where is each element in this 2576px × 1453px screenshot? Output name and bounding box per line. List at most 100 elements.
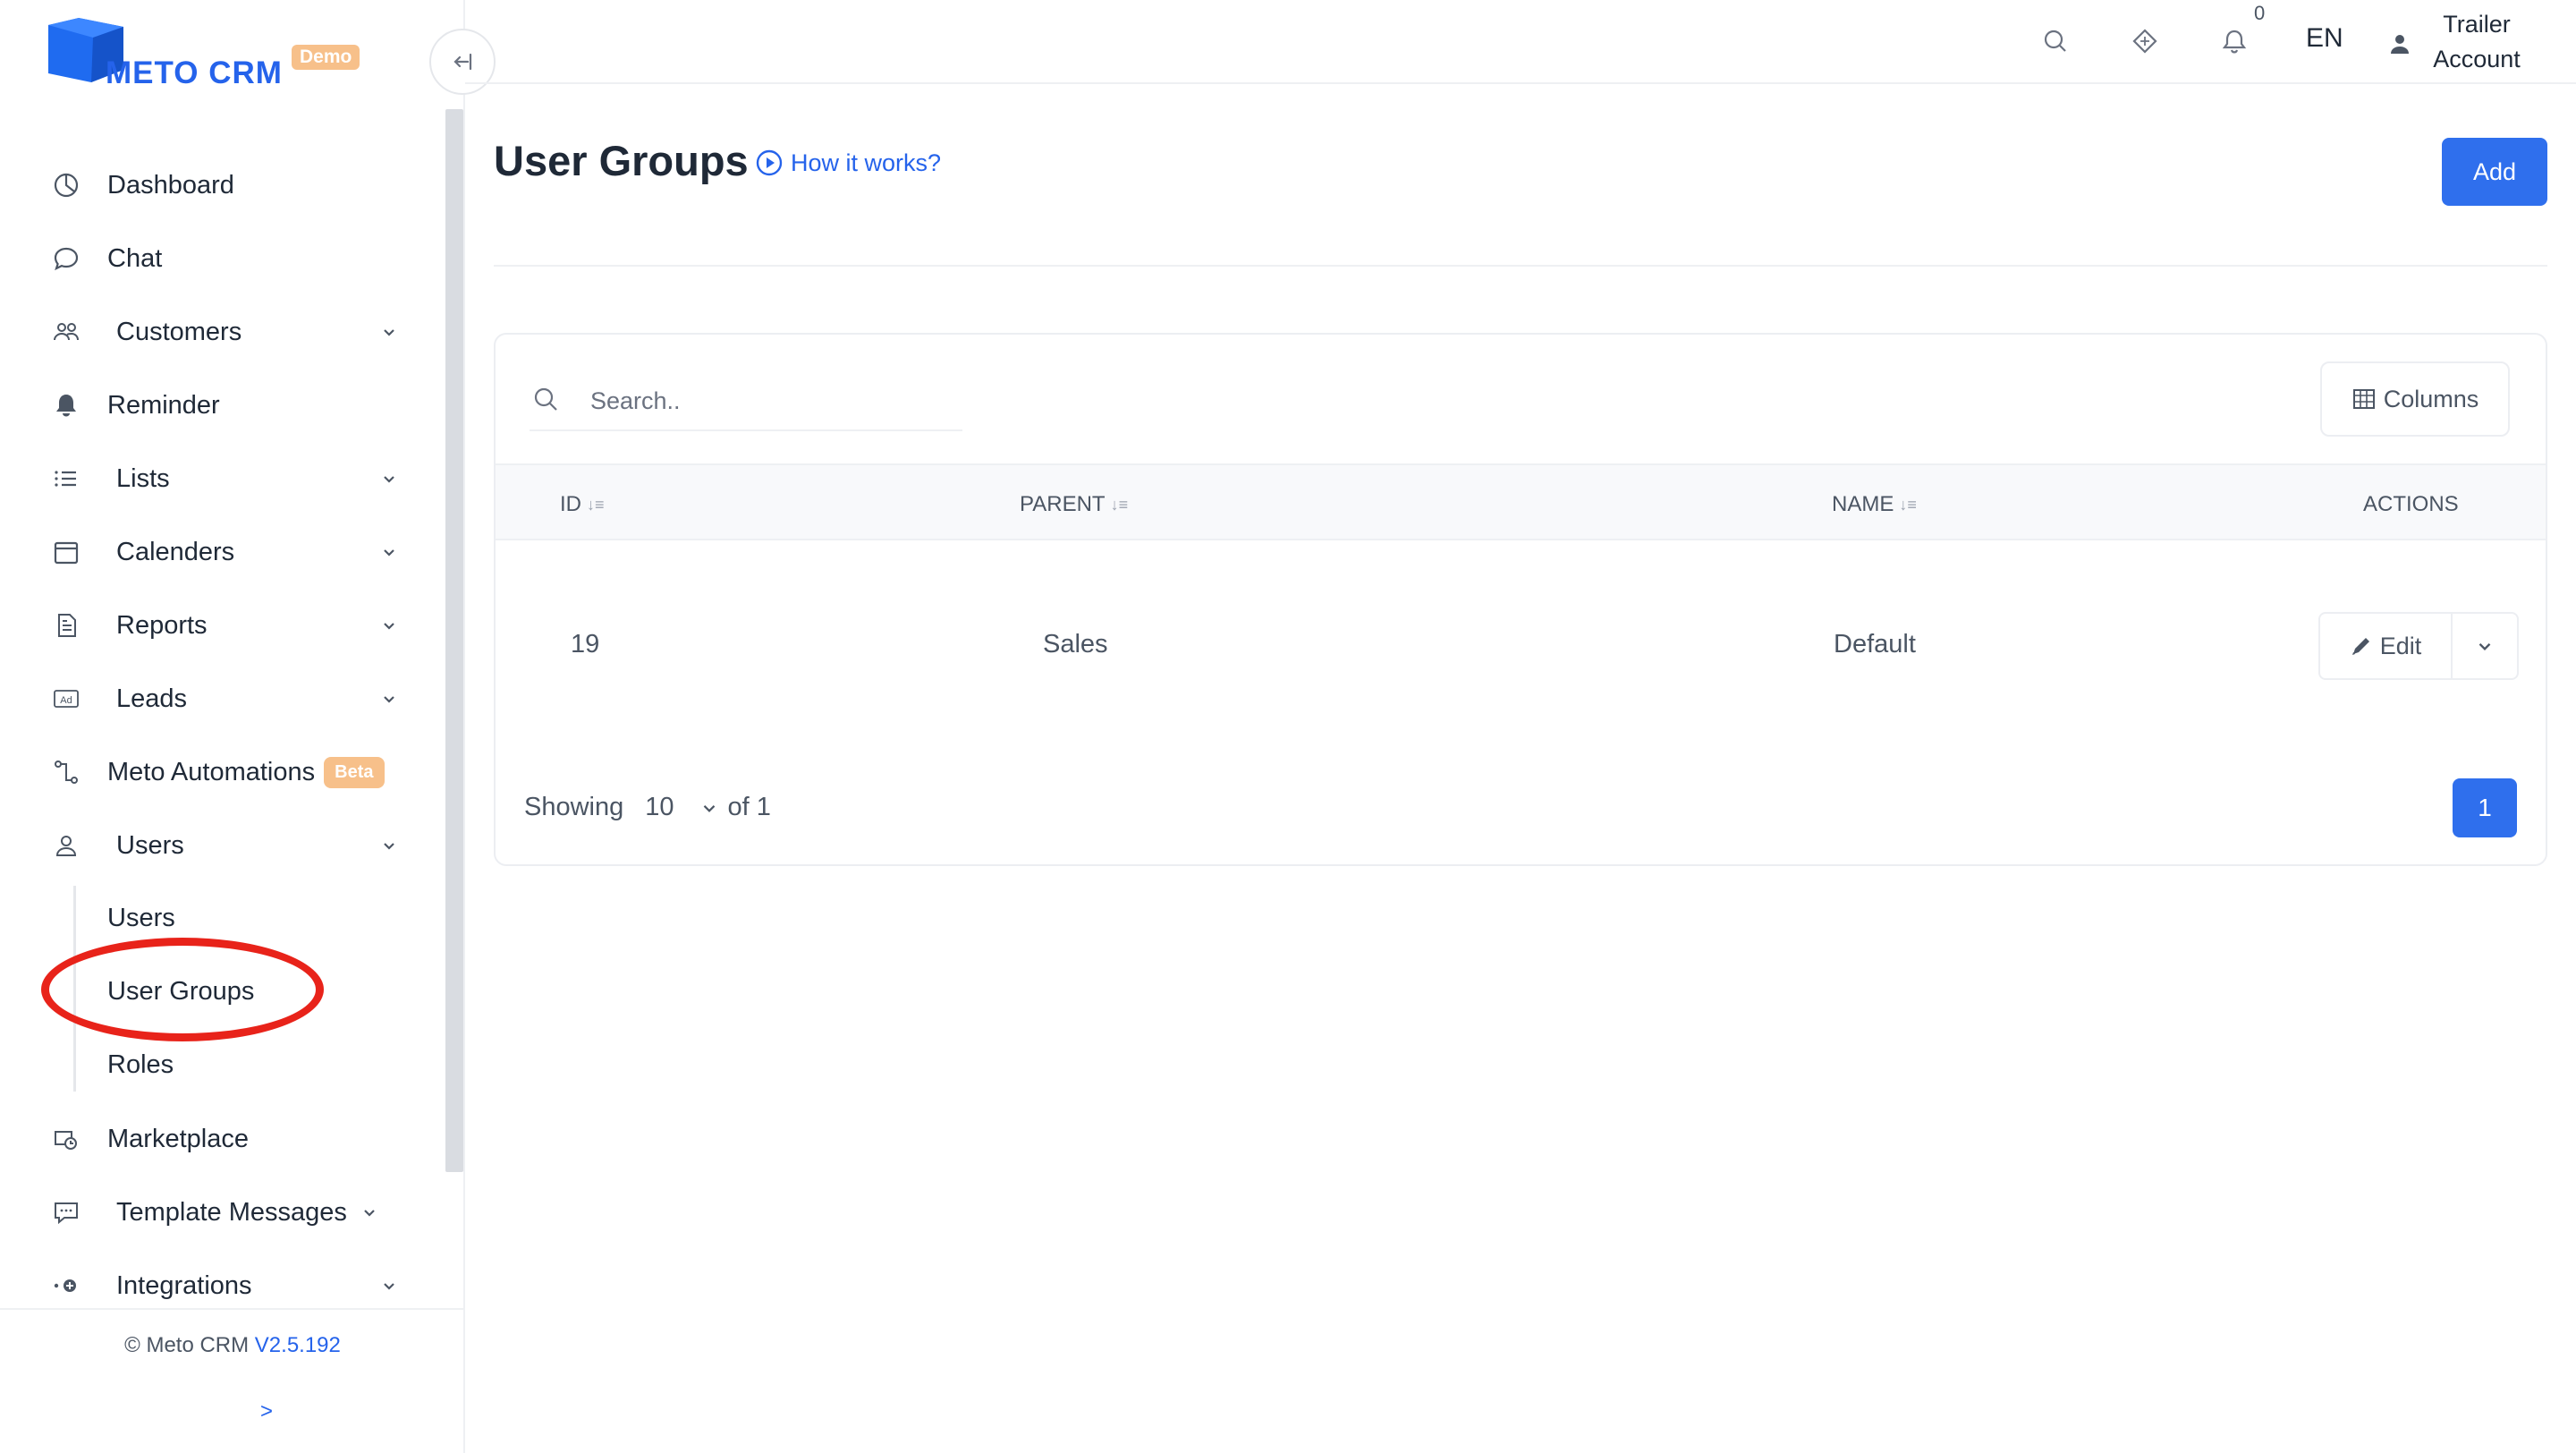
list-icon [48,461,84,497]
sidebar-item-calenders[interactable]: Calenders [48,523,402,582]
add-button[interactable]: Add [2442,138,2547,206]
expand-footer-arrow[interactable]: > [0,1399,533,1424]
column-header-name[interactable]: NAME ↓≡ [1832,492,1917,517]
sort-icon: ↓≡ [1110,495,1129,514]
sidebar-item-lists[interactable]: Lists [48,449,402,508]
row-actions-group: Edit [2318,612,2519,680]
page-title: User Groups [494,137,749,184]
sidebar-item-chat[interactable]: Chat [48,229,402,288]
brand-logo[interactable]: METO CRM Demo [48,18,370,95]
sidebar-item-template-messages[interactable]: Template Messages [48,1183,402,1242]
page-size-select[interactable]: 10 [645,793,674,822]
notification-bell-icon[interactable] [2216,23,2252,59]
pencil-icon [2351,638,2369,655]
sidebar-item-meto-automations[interactable]: Meto Automations Beta [48,743,402,802]
notification-count: 0 [2254,2,2266,24]
automation-icon [48,754,84,790]
sidebar-scrollbar[interactable] [445,109,463,1172]
how-it-works-link[interactable]: How it works? [755,149,941,177]
sidebar-subitem-users[interactable]: Users [107,904,175,933]
chevron-down-icon [376,319,402,345]
sidebar-item-leads[interactable]: Ad Leads [48,669,402,728]
sidebar-item-customers[interactable]: Customers [48,302,402,361]
copyright-text: © Meto CRM V2.5.192 [0,1333,465,1358]
demo-badge: Demo [292,45,360,70]
columns-label: Columns [2383,385,2479,412]
column-header-label: NAME [1832,492,1894,516]
search-icon[interactable] [2038,23,2073,59]
play-circle-icon [756,149,783,176]
chevron-down-icon [2479,642,2491,651]
sidebar-item-marketplace[interactable]: Marketplace [48,1109,402,1168]
chevron-down-icon [376,685,402,712]
sidebar-item-label: Customers [116,317,242,346]
edit-label: Edit [2379,632,2422,659]
sidebar-item-users[interactable]: Users [48,816,402,875]
account-menu[interactable]: Trailer Account [2383,7,2562,79]
sidebar-item-label: Users [116,830,184,860]
chevron-down-icon [376,832,402,859]
sidebar-item-label: Chat [107,243,163,273]
cell-name: Default [1834,630,1916,659]
account-name-line2: Account [2433,46,2521,72]
person-icon [2391,35,2409,54]
table-grid-icon [2352,389,2375,409]
marketplace-icon [48,1121,84,1157]
chat-bubble-icon [48,241,84,276]
shortcut-diamond-icon[interactable] [2127,23,2163,59]
report-icon [48,608,84,643]
sidebar-item-label: Lists [116,463,170,493]
dashboard-icon [48,167,84,203]
columns-button[interactable]: Columns [2320,361,2510,437]
sort-icon: ↓≡ [587,495,605,514]
sidebar-item-integrations[interactable]: Integrations [48,1256,402,1315]
column-header-parent[interactable]: PARENT ↓≡ [1020,492,1128,517]
cell-parent: Sales [1043,630,1108,659]
sidebar-item-reports[interactable]: Reports [48,596,402,655]
column-header-id[interactable]: ID ↓≡ [560,492,605,517]
bell-icon [48,387,84,423]
sidebar-item-label: Template Messages [116,1197,347,1227]
integrations-icon [48,1268,84,1304]
sidebar-item-label: Dashboard [107,170,234,200]
sort-icon: ↓≡ [1899,495,1917,514]
table-header-row: ID ↓≡ PARENT ↓≡ NAME ↓≡ ACTIONS [496,463,2546,540]
sidebar-item-dashboard[interactable]: Dashboard [48,156,402,215]
sidebar-item-reminder[interactable]: Reminder [48,376,402,435]
showing-label: Showing [524,793,624,821]
chevron-down-icon[interactable] [699,798,719,818]
message-template-icon [48,1194,84,1230]
sidebar-item-label: Leads [116,684,188,713]
edit-button[interactable]: Edit [2320,614,2453,678]
sidebar-item-label: Integrations [116,1270,252,1300]
search-input[interactable] [589,379,946,422]
language-switcher[interactable]: EN [2306,23,2343,54]
chevron-down-icon [376,1272,402,1299]
red-highlight-circle [41,938,324,1041]
page-count-label: of 1 [727,793,771,821]
pagination-page-button[interactable]: 1 [2453,778,2517,837]
ad-icon: Ad [48,681,84,717]
sidebar-item-label: Calenders [116,537,235,566]
user-icon [48,828,84,863]
cell-id: 19 [571,630,600,659]
beta-badge: Beta [324,756,385,788]
sidebar-subitem-roles[interactable]: Roles [107,1050,174,1080]
sidebar-footer-divider [0,1308,465,1310]
column-header-label: ID [560,492,581,516]
brand-name: METO CRM [106,55,283,90]
calendar-icon [48,534,84,570]
sidebar-item-label: Reports [116,610,208,640]
search-icon [534,387,557,411]
account-name: Trailer Account [2419,7,2535,77]
how-it-works-label: How it works? [791,149,942,176]
svg-text:Ad: Ad [60,695,72,706]
chevron-down-icon [376,612,402,639]
row-actions-dropdown[interactable] [2453,614,2517,678]
version-link[interactable]: V2.5.192 [255,1333,341,1357]
sidebar-item-label: Meto Automations [107,757,316,786]
chevron-down-icon [376,465,402,492]
sidebar-item-label: Marketplace [107,1124,249,1153]
chevron-down-icon [376,539,402,565]
column-header-label: PARENT [1020,492,1106,516]
